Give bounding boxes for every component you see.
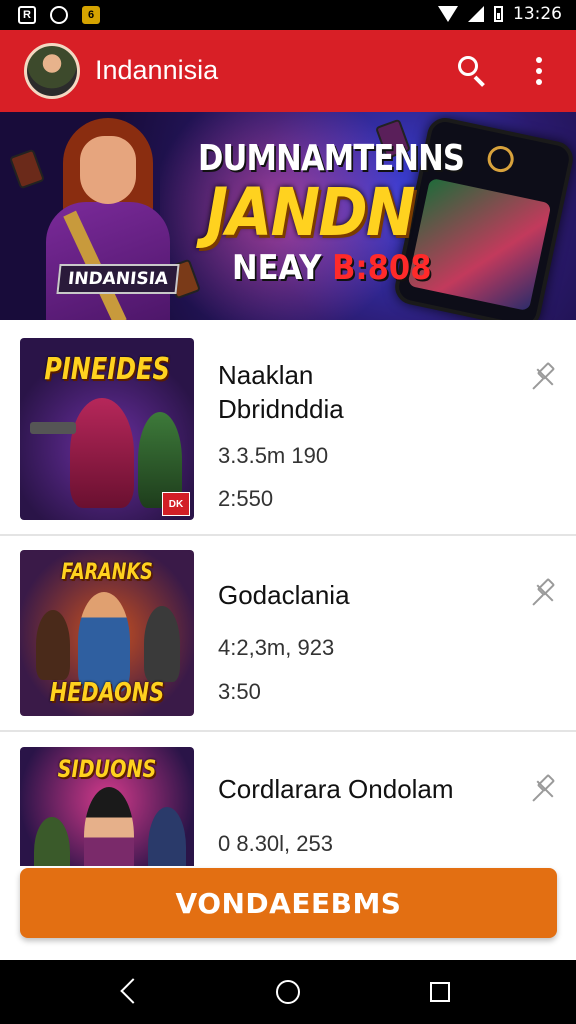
banner-title: JANDN: [206, 174, 416, 251]
list-item[interactable]: PINEIDES DK Naaklan Dbridnddia 3.3.5m 19…: [0, 320, 576, 536]
item-stats: 3.3.5m 190: [218, 443, 329, 468]
promo-banner[interactable]: INDANISIA DUMNAMTENNS JANDN NEAY B:808: [0, 112, 576, 320]
game-list: PINEIDES DK Naaklan Dbridnddia 3.3.5m 19…: [0, 320, 576, 866]
app-title: Indannisia: [95, 55, 219, 85]
game-thumbnail[interactable]: FARANKS HEDAONS: [20, 550, 194, 716]
item-title: Naaklan Dbridnddia: [218, 360, 344, 424]
item-size: 3:50: [218, 679, 261, 704]
wifi-icon: [438, 6, 458, 22]
status-time: 13:26: [513, 4, 562, 24]
publisher-badge: DK: [162, 492, 190, 516]
game-thumbnail[interactable]: PINEIDES DK: [20, 338, 194, 520]
battery-icon: [494, 6, 503, 22]
banner-subtitle: NEAY B:808: [232, 248, 432, 288]
primary-action-button[interactable]: VONDAEEBMS: [20, 868, 557, 938]
item-size: 2:550: [218, 486, 274, 511]
avatar[interactable]: [24, 43, 80, 99]
notification-icon: R: [18, 6, 36, 24]
banner-headline: DUMNAMTENNS: [198, 138, 465, 179]
list-item[interactable]: SIDUONS Cordlarara Ondolam 0 8.30l, 253: [0, 732, 576, 866]
system-nav-bar: [0, 960, 576, 1024]
game-thumbnail[interactable]: SIDUONS: [20, 747, 194, 866]
item-stats: 4:2,3m, 923: [218, 635, 335, 660]
item-title: Godaclania: [218, 580, 350, 610]
pin-icon[interactable]: [528, 361, 558, 392]
home-icon[interactable]: [276, 980, 300, 1004]
search-icon[interactable]: [454, 52, 490, 88]
item-title: Cordlarara Ondolam: [218, 774, 454, 804]
pin-icon[interactable]: [528, 577, 558, 608]
signal-icon: [468, 6, 484, 22]
list-item[interactable]: FARANKS HEDAONS Godaclania 4:2,3m, 923 3…: [0, 536, 576, 732]
camera-icon: [50, 6, 68, 24]
more-vert-icon[interactable]: [528, 54, 550, 88]
app-icon: 6: [82, 6, 100, 24]
item-stats: 0 8.30l, 253: [218, 831, 333, 856]
app-bar: Indannisia: [0, 30, 576, 112]
recents-icon[interactable]: [430, 982, 450, 1002]
pin-icon[interactable]: [528, 773, 558, 804]
banner-tag: INDANISIA: [56, 264, 180, 294]
back-icon[interactable]: [120, 978, 146, 1004]
status-bar: R 6 13:26: [0, 0, 576, 30]
